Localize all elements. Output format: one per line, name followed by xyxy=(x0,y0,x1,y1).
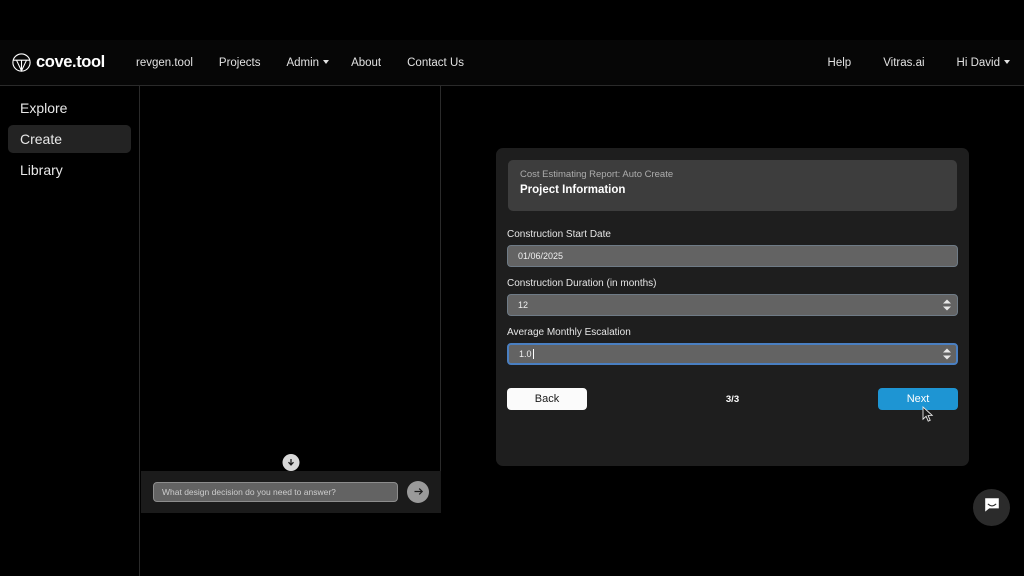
app-root: cove.tool revgen.tool Projects Admin Abo… xyxy=(0,0,1024,576)
field-wrap-construction-start-date: 01/06/2025 xyxy=(507,245,958,267)
primary-nav-links: revgen.tool Projects Admin About Contact… xyxy=(136,53,490,73)
stepper-down-icon[interactable] xyxy=(943,355,951,360)
stepper-up-icon[interactable] xyxy=(943,348,951,353)
left-sidebar: Explore Create Library xyxy=(0,86,140,576)
construction-start-date-value: 01/06/2025 xyxy=(518,251,564,261)
field-wrap-average-monthly-escalation: 1.0 xyxy=(507,343,958,365)
sidebar-item-library-label: Library xyxy=(20,162,63,178)
field-average-monthly-escalation: Average Monthly Escalation 1.0 xyxy=(507,327,958,365)
construction-duration-stepper[interactable] xyxy=(943,299,951,311)
nav-link-revgen[interactable]: revgen.tool xyxy=(136,53,193,73)
card-subtitle: Cost Estimating Report: Auto Create xyxy=(520,169,674,180)
nav-link-projects-label: Projects xyxy=(218,56,261,69)
nav-link-vitras-ai[interactable]: Vitras.ai xyxy=(883,53,924,73)
text-cursor xyxy=(532,349,534,359)
field-label-construction-duration: Construction Duration (in months) xyxy=(507,278,657,289)
stepper-down-icon[interactable] xyxy=(943,306,951,311)
arrow-down-circle-icon[interactable] xyxy=(282,454,299,471)
user-menu[interactable]: Hi David xyxy=(957,53,1010,73)
top-navigation-bar: cove.tool revgen.tool Projects Admin Abo… xyxy=(0,40,1024,85)
nav-link-vitras-ai-label: Vitras.ai xyxy=(883,56,925,69)
sidebar-item-explore-label: Explore xyxy=(20,100,68,116)
field-label-average-monthly-escalation: Average Monthly Escalation xyxy=(507,327,631,338)
average-monthly-escalation-input[interactable]: 1.0 xyxy=(507,343,958,365)
construction-duration-value: 12 xyxy=(518,300,529,310)
field-wrap-construction-duration: 12 xyxy=(507,294,958,316)
field-label-construction-start-date: Construction Start Date xyxy=(507,229,611,240)
card-title: Project Information xyxy=(520,184,626,196)
nav-link-help-label: Help xyxy=(827,56,852,69)
nav-link-about-label: About xyxy=(351,56,382,69)
chat-input[interactable] xyxy=(153,482,398,502)
chat-input-bar xyxy=(141,471,441,513)
sidebar-item-explore[interactable]: Explore xyxy=(8,94,131,122)
send-button[interactable] xyxy=(407,481,429,503)
nav-link-admin[interactable]: Admin xyxy=(286,53,330,73)
chevron-down-icon xyxy=(1004,60,1010,65)
back-button[interactable]: Back xyxy=(507,388,587,410)
project-information-form: Construction Start Date 01/06/2025 Const… xyxy=(496,211,969,365)
chat-bubble-icon xyxy=(983,496,1001,519)
sidebar-item-create[interactable]: Create xyxy=(8,125,131,153)
step-indicator: 3/3 xyxy=(725,393,740,405)
nav-link-admin-label: Admin xyxy=(286,56,320,69)
nav-link-contact-us[interactable]: Contact Us xyxy=(407,53,464,73)
nav-link-revgen-label: revgen.tool xyxy=(136,56,193,69)
construction-start-date-input[interactable]: 01/06/2025 xyxy=(507,245,958,267)
brand-logo[interactable]: cove.tool xyxy=(12,53,116,73)
nav-link-contact-us-label: Contact Us xyxy=(407,56,465,69)
project-information-card: Cost Estimating Report: Auto Create Proj… xyxy=(496,148,969,466)
chat-panel xyxy=(141,86,441,513)
user-menu-label: Hi David xyxy=(956,56,1000,69)
average-monthly-escalation-value: 1.0 xyxy=(519,349,532,359)
stepper-up-icon[interactable] xyxy=(943,299,951,304)
chat-launcher-button[interactable] xyxy=(973,489,1010,526)
cove-logo-icon xyxy=(12,53,31,73)
card-actions: Back 3/3 Next xyxy=(496,376,969,410)
brand-name: cove.tool xyxy=(36,53,105,71)
construction-duration-input[interactable]: 12 xyxy=(507,294,958,316)
chevron-down-icon xyxy=(323,60,330,65)
card-header: Cost Estimating Report: Auto Create Proj… xyxy=(508,160,957,211)
sidebar-item-create-label: Create xyxy=(20,131,63,147)
nav-link-projects[interactable]: Projects xyxy=(219,53,261,73)
nav-link-about[interactable]: About xyxy=(351,53,381,73)
arrow-right-icon xyxy=(413,485,424,500)
sidebar-item-library[interactable]: Library xyxy=(8,156,131,184)
nav-link-help[interactable]: Help xyxy=(828,53,852,73)
secondary-nav-links: Help Vitras.ai Hi David xyxy=(796,53,1010,73)
next-button[interactable]: Next xyxy=(878,388,958,410)
field-construction-duration: Construction Duration (in months) 12 xyxy=(507,278,958,316)
average-monthly-escalation-stepper[interactable] xyxy=(943,348,951,360)
field-construction-start-date: Construction Start Date 01/06/2025 xyxy=(507,229,958,267)
